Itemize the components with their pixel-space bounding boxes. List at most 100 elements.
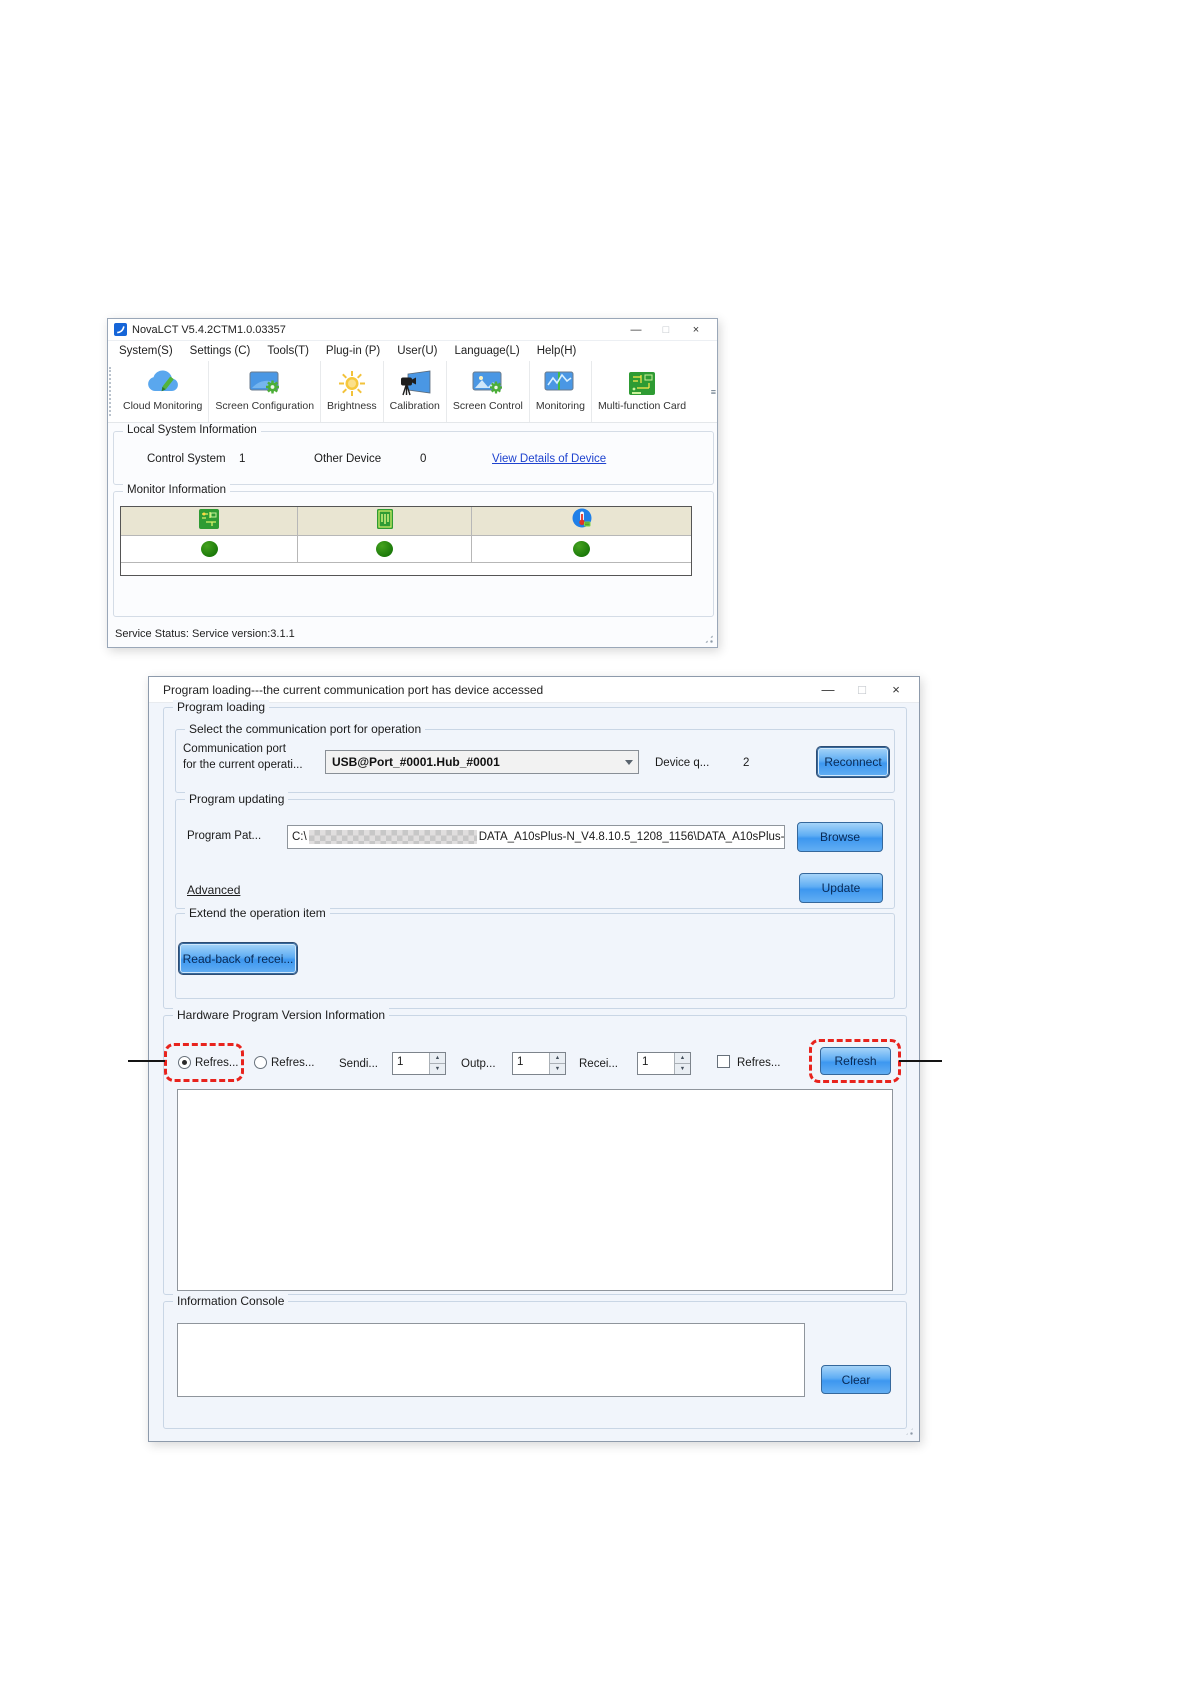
toolbar-label: Multi-function Card [598, 400, 686, 412]
toolbar-multi-function-card[interactable]: Multi-function Card [591, 361, 692, 422]
toolbar-label: Cloud Monitoring [123, 400, 202, 412]
refresh-checkbox[interactable] [717, 1055, 730, 1068]
toolbar-overflow-icon[interactable]: ≡ [711, 387, 717, 397]
group-label: Extend the operation item [185, 906, 330, 920]
menu-language[interactable]: Language(L) [455, 345, 520, 357]
monitor-cell [471, 536, 691, 562]
sending-label: Sendi... [339, 1058, 378, 1070]
update-button[interactable]: Update [799, 873, 883, 903]
receiving-card-icon [374, 508, 396, 535]
page: NovaLCT V5.4.2CTM1.0.03357 — □ × System(… [0, 0, 1191, 1684]
menu-user[interactable]: User(U) [397, 345, 437, 357]
novalct-logo-icon [114, 323, 127, 336]
refresh-one-radio-label: Refres... [271, 1057, 314, 1069]
reconnect-button[interactable]: Reconnect [817, 747, 889, 777]
novalct-main-window: NovaLCT V5.4.2CTM1.0.03357 — □ × System(… [107, 318, 718, 648]
group-label: Program updating [185, 792, 288, 806]
sending-spinner[interactable]: 1 [392, 1052, 446, 1075]
refresh-checkbox-label: Refres... [737, 1057, 780, 1069]
main-window-title: NovaLCT V5.4.2CTM1.0.03357 [132, 324, 621, 336]
toolbar-calibration[interactable]: Calibration [383, 361, 446, 422]
toolbar-label: Brightness [327, 400, 377, 412]
browse-button[interactable]: Browse [797, 822, 883, 852]
spin-up-icon[interactable] [430, 1053, 445, 1064]
monitor-cell [471, 507, 691, 535]
comm-port-select[interactable]: USB@Port_#0001.Hub_#0001 [325, 750, 639, 774]
group-label: Information Console [173, 1294, 288, 1308]
spin-down-icon[interactable] [430, 1064, 445, 1074]
minimize-button[interactable]: — [811, 678, 845, 702]
toolbar-screen-configuration[interactable]: Screen Configuration [208, 361, 320, 422]
monitor-empty-row [121, 562, 691, 575]
view-details-link[interactable]: View Details of Device [492, 453, 606, 465]
toolbar-monitoring[interactable]: Monitoring [529, 361, 591, 422]
toolbar-label: Calibration [390, 400, 440, 412]
control-system-label: Control System [147, 453, 226, 465]
receiving-value: 1 [638, 1053, 674, 1074]
status-ok-dot [376, 541, 393, 557]
other-device-value: 0 [420, 453, 426, 465]
spin-down-icon[interactable] [675, 1064, 690, 1074]
output-label: Outp... [461, 1058, 496, 1070]
monitor-cell [297, 507, 471, 535]
path-suffix: DATA_A10sPlus-N_V4.8.10.5_1208_1156\DATA… [479, 831, 785, 843]
close-button[interactable]: × [681, 320, 711, 340]
control-system-value: 1 [239, 453, 245, 465]
clear-button[interactable]: Clear [821, 1365, 891, 1394]
menu-settings[interactable]: Settings (C) [190, 345, 251, 357]
toolbar-cloud-monitoring[interactable]: Cloud Monitoring [117, 361, 208, 422]
toolbar-label: Screen Configuration [215, 400, 314, 412]
status-ok-dot [201, 541, 218, 557]
monitor-information-group: Monitor Information [113, 491, 714, 617]
program-path-label: Program Pat... [187, 830, 261, 842]
monitor-icon-row [121, 507, 691, 535]
monitor-cell [297, 536, 471, 562]
program-loading-dialog: Program loading---the current communicat… [148, 676, 920, 1442]
toolbar-grip[interactable] [109, 367, 116, 416]
toolbar-screen-control[interactable]: Screen Control [446, 361, 529, 422]
output-value: 1 [513, 1053, 549, 1074]
brightness-icon [338, 370, 366, 397]
annotation-box-radio [164, 1043, 244, 1082]
group-label: Hardware Program Version Information [173, 1008, 389, 1022]
spin-down-icon[interactable] [550, 1064, 565, 1074]
device-qty-value: 2 [743, 757, 749, 769]
menu-help[interactable]: Help(H) [537, 345, 577, 357]
readback-button[interactable]: Read-back of recei... [179, 943, 297, 974]
spin-up-icon[interactable] [550, 1053, 565, 1064]
monitor-cell [121, 536, 297, 562]
console-textarea[interactable] [177, 1323, 805, 1397]
sending-value: 1 [393, 1053, 429, 1074]
version-info-list[interactable] [177, 1089, 893, 1291]
calibration-icon [399, 370, 431, 397]
menu-plugin[interactable]: Plug-in (P) [326, 345, 380, 357]
advanced-link[interactable]: Advanced [187, 883, 240, 897]
menu-system[interactable]: System(S) [119, 345, 173, 357]
close-button[interactable]: × [879, 678, 913, 702]
refresh-one-radio[interactable] [254, 1056, 267, 1069]
toolbar-label: Monitoring [536, 400, 585, 412]
output-spinner[interactable]: 1 [512, 1052, 566, 1075]
toolbar-brightness[interactable]: Brightness [320, 361, 383, 422]
maximize-button[interactable]: □ [845, 678, 879, 702]
group-label: Local System Information [123, 424, 261, 436]
menu-tools[interactable]: Tools(T) [267, 345, 309, 357]
resize-grip[interactable] [704, 634, 714, 644]
group-label: Program loading [173, 700, 269, 714]
cloud-monitoring-icon [146, 370, 180, 397]
temperature-icon [571, 508, 593, 535]
maximize-button[interactable]: □ [651, 320, 681, 340]
receiving-spinner[interactable]: 1 [637, 1052, 691, 1075]
program-path-input[interactable]: C:\ DATA_A10sPlus-N_V4.8.10.5_1208_1156\… [287, 825, 785, 849]
spin-up-icon[interactable] [675, 1053, 690, 1064]
status-ok-dot [573, 541, 590, 557]
minimize-button[interactable]: — [621, 320, 651, 340]
multi-function-card-icon [627, 370, 657, 397]
monitor-status-row [121, 535, 691, 562]
comm-port-label-line1: Communication port [183, 743, 286, 755]
chevron-down-icon [620, 760, 638, 765]
redacted-path-segment [309, 830, 477, 844]
monitor-cell [121, 507, 297, 535]
device-qty-label: Device q... [655, 757, 709, 769]
main-titlebar: NovaLCT V5.4.2CTM1.0.03357 — □ × [108, 319, 717, 341]
